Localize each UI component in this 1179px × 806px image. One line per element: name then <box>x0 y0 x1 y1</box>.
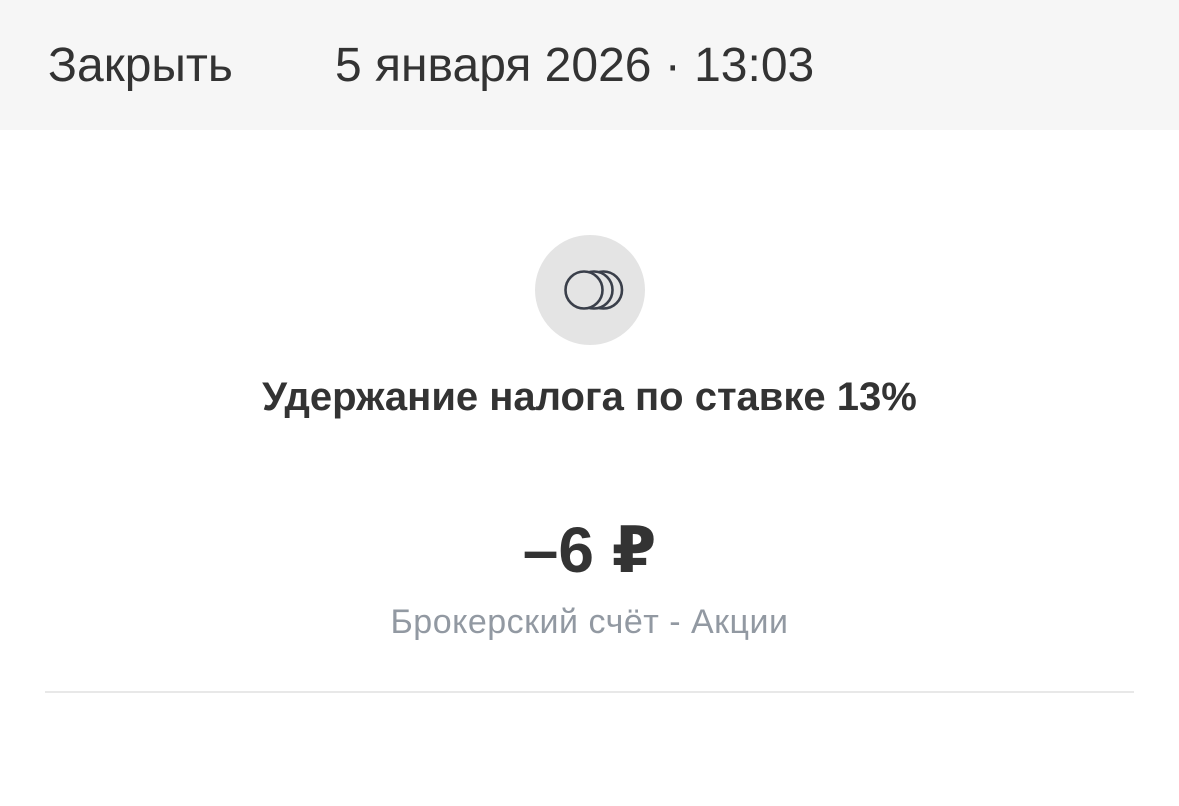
close-button[interactable]: Закрыть <box>48 36 233 96</box>
divider <box>45 691 1134 693</box>
account-name: Брокерский счёт - Акции <box>390 603 789 641</box>
operation-title: Удержание налога по ставке 13% <box>262 375 917 419</box>
operation-amount: –6 ₽ <box>522 514 657 586</box>
operation-datetime: 5 января 2026 · 13:03 <box>335 39 815 92</box>
coins-icon <box>564 270 624 310</box>
operation-icon-circle <box>535 235 645 345</box>
top-bar: Закрыть 5 января 2026 · 13:03 <box>0 0 1179 130</box>
